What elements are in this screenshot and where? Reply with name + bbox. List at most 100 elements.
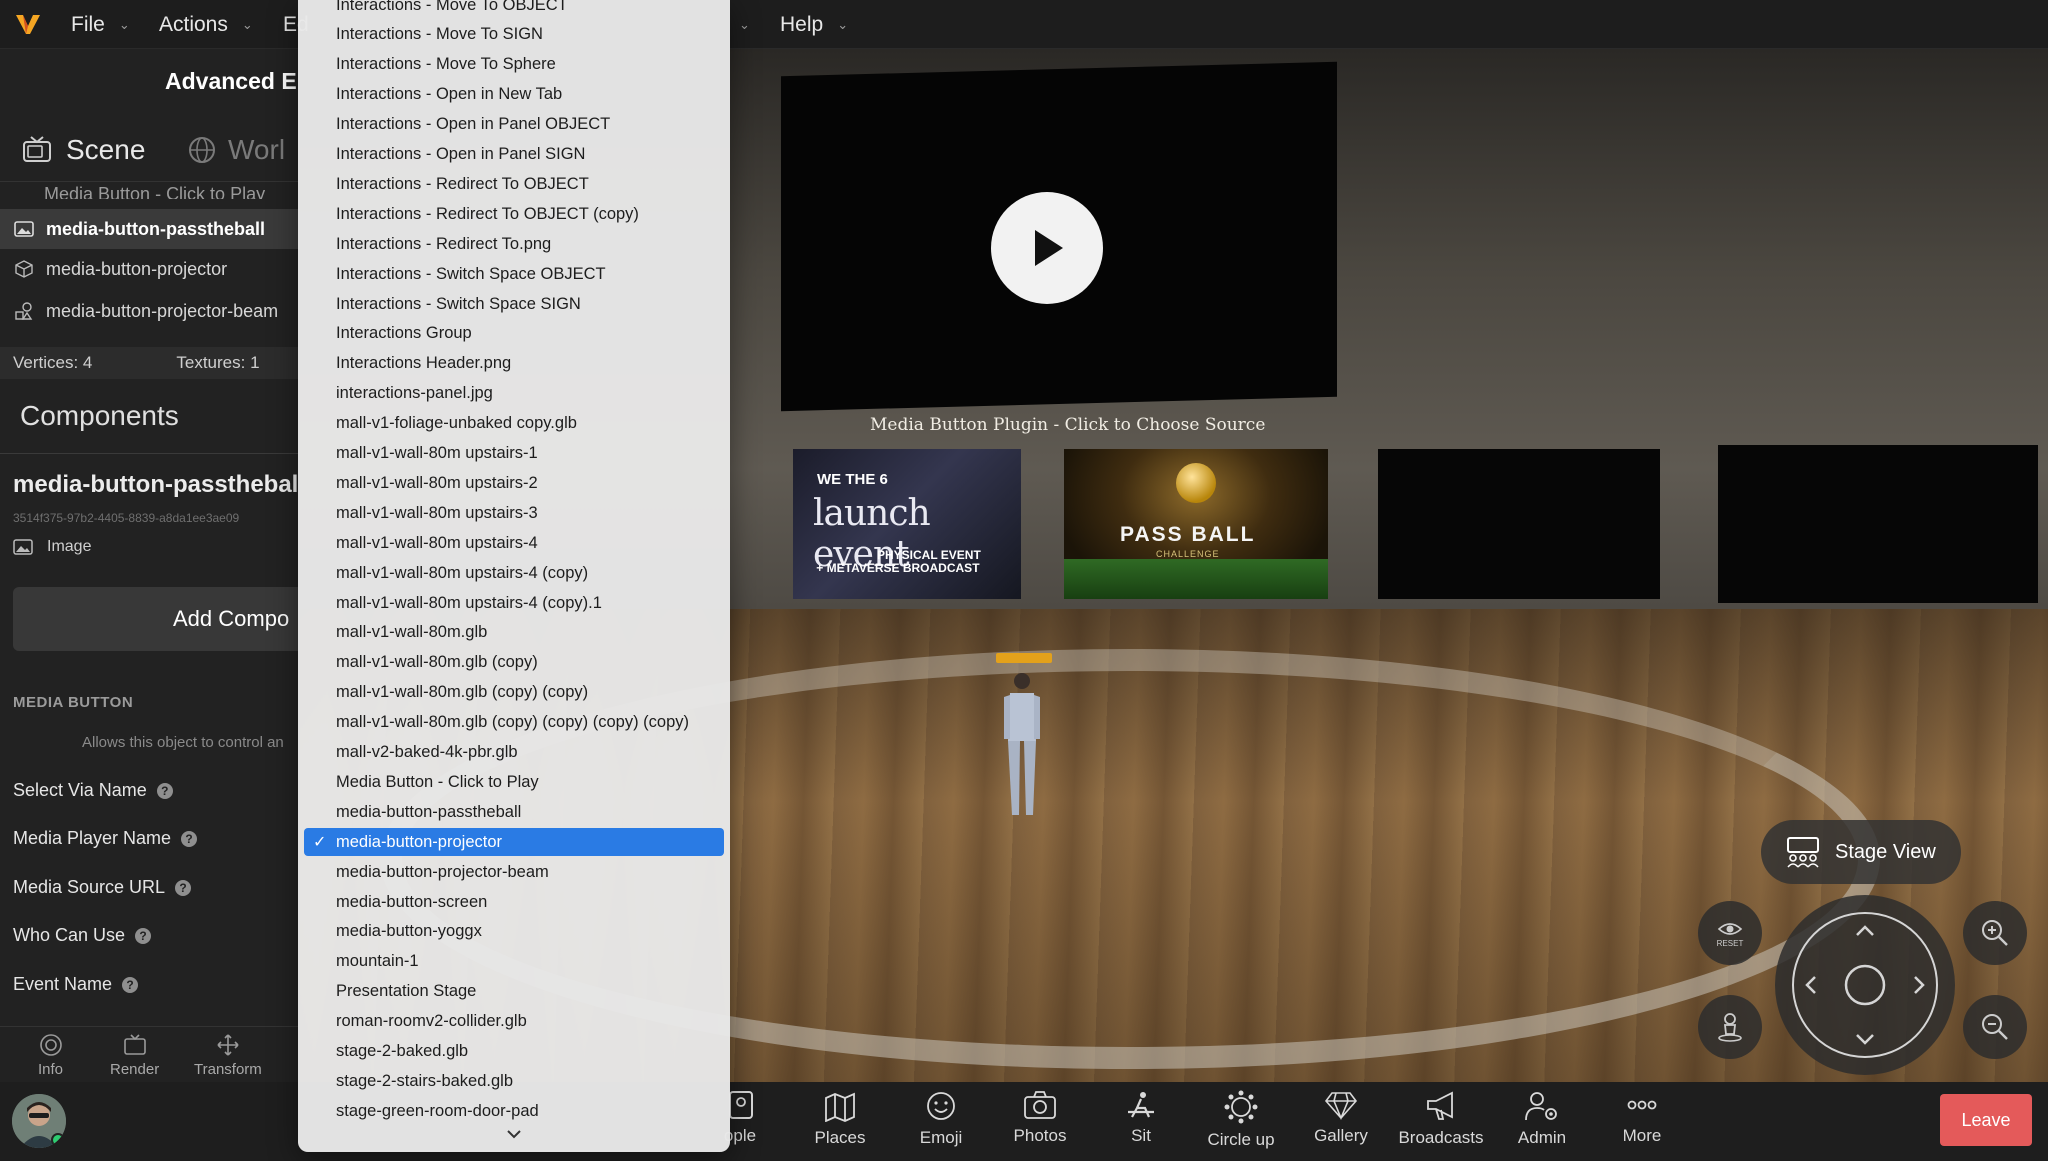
prop-label: Select Via Name	[13, 780, 147, 800]
app-logo-icon[interactable]	[14, 12, 42, 36]
help-icon[interactable]: ?	[181, 830, 198, 847]
media-button-yoggx[interactable]	[1718, 445, 2038, 603]
dropdown-option-selected[interactable]: ✓ media-button-projector	[304, 828, 724, 857]
dropdown-option[interactable]: mall-v1-wall-80m upstairs-3	[304, 499, 724, 527]
help-icon[interactable]: ?	[156, 782, 173, 799]
dropdown-option[interactable]: mall-v1-wall-80m upstairs-2	[304, 469, 724, 497]
dropdown-option-label: mall-v1-wall-80m upstairs-4 (copy).1	[336, 593, 602, 612]
reset-view-button[interactable]: RESET	[1698, 901, 1762, 965]
places-button[interactable]: Places	[790, 1090, 890, 1148]
help-icon[interactable]: ?	[135, 927, 152, 944]
tab-transform[interactable]: Transform	[194, 1033, 262, 1078]
dropdown-option-label: roman-roomv2-collider.glb	[336, 1012, 527, 1031]
dropdown-option[interactable]: Presentation Stage	[304, 978, 724, 1006]
dropdown-option[interactable]: stage-2-baked.glb	[304, 1038, 724, 1066]
select-via-name-dropdown[interactable]: Interactions - Move To OBJECT Interaction…	[298, 0, 730, 1152]
media-button-screen[interactable]	[1378, 449, 1660, 599]
admin-button[interactable]: Admin	[1492, 1090, 1592, 1148]
media-button-launch-event[interactable]: WE THE 6 launch event PHYSICAL EVENT + M…	[793, 449, 1021, 599]
menu-help[interactable]: Help ⌄	[780, 0, 848, 49]
field-grass	[1064, 559, 1328, 599]
menu-chevron-hidden[interactable]: ⌄	[733, 0, 750, 49]
sit-button[interactable]: Sit	[1091, 1090, 1191, 1146]
dropdown-option[interactable]: Media Button - Click to Play	[304, 768, 724, 796]
chevron-down-icon: ⌄	[241, 16, 253, 32]
dropdown-option[interactable]: Interactions - Move To OBJECT	[304, 0, 724, 19]
dropdown-option[interactable]: Interactions Group	[304, 320, 724, 348]
dropdown-option[interactable]: Interactions - Redirect To OBJECT	[304, 170, 724, 198]
dropdown-option[interactable]: Interactions - Open in Panel SIGN	[304, 141, 724, 169]
globe-icon	[189, 137, 215, 163]
tab-scene[interactable]: Scene	[22, 134, 145, 166]
menu-actions[interactable]: Actions ⌄	[159, 0, 253, 49]
poster-text: + METAVERSE BROADCAST	[816, 561, 980, 575]
media-button-passtheball-poster[interactable]: PASS BALL CHALLENGE	[1064, 449, 1328, 599]
dropdown-option[interactable]: mall-v1-wall-80m upstairs-4 (copy).1	[304, 589, 724, 617]
dropdown-option[interactable]: Interactions - Redirect To OBJECT (copy)	[304, 200, 724, 228]
dropdown-option[interactable]: media-button-passtheball	[304, 798, 724, 826]
dropdown-option[interactable]: Interactions - Move To Sphere	[304, 51, 724, 79]
dropdown-option[interactable]: mall-v1-wall-80m.glb	[304, 619, 724, 647]
dropdown-option[interactable]: mall-v1-wall-80m upstairs-4 (copy)	[304, 559, 724, 587]
joystick-ring-icon	[1792, 912, 1938, 1058]
menu-file[interactable]: File ⌄	[71, 0, 130, 49]
tab-render[interactable]: Render	[110, 1033, 159, 1078]
broadcasts-button[interactable]: Broadcasts	[1391, 1090, 1491, 1148]
chevron-down-icon[interactable]	[505, 1127, 523, 1141]
emoji-button[interactable]: Emoji	[891, 1090, 991, 1148]
dropdown-option[interactable]: mall-v1-foliage-unbaked copy.glb	[304, 410, 724, 438]
dropdown-option[interactable]: Interactions - Open in New Tab	[304, 81, 724, 109]
dropdown-option[interactable]: Interactions - Switch Space SIGN	[304, 290, 724, 318]
dropdown-option[interactable]: Interactions - Switch Space OBJECT	[304, 260, 724, 288]
dropdown-option[interactable]: media-button-projector-beam	[304, 858, 724, 886]
leave-button[interactable]: Leave	[1940, 1094, 2032, 1146]
cube-icon	[15, 260, 33, 278]
dropdown-option-label: Interactions - Redirect To OBJECT (copy)	[336, 204, 639, 223]
help-icon[interactable]: ?	[122, 976, 139, 993]
dropdown-option[interactable]: stage-green-room-door-pad	[304, 1097, 724, 1125]
dropdown-option[interactable]: stage-2-stairs-baked.glb	[304, 1067, 724, 1095]
dropdown-option[interactable]: media-button-yoggx	[304, 918, 724, 946]
photos-button[interactable]: Photos	[990, 1090, 1090, 1146]
tab-info[interactable]: Info	[38, 1033, 63, 1078]
dropdown-option[interactable]: mall-v1-wall-80m.glb (copy)	[304, 649, 724, 677]
dropdown-option[interactable]: mall-v1-wall-80m.glb (copy) (copy)	[304, 679, 724, 707]
more-button[interactable]: More	[1592, 1090, 1692, 1146]
tree-item-projector[interactable]: media-button-projector	[0, 249, 300, 289]
image-component-row[interactable]: Image	[13, 538, 91, 556]
dropdown-option[interactable]: Interactions Header.png	[304, 350, 724, 378]
dropdown-option-label: Interactions - Open in Panel OBJECT	[336, 115, 611, 134]
tree-item-partial[interactable]: Media Button - Click to Play	[0, 177, 300, 199]
dropdown-option[interactable]: mall-v1-wall-80m.glb (copy) (copy) (copy…	[304, 709, 724, 737]
avatar[interactable]	[12, 1094, 66, 1148]
tree-item-projector-beam[interactable]: media-button-projector-beam	[0, 291, 300, 331]
dropdown-option[interactable]: Interactions - Move To SIGN	[304, 21, 724, 49]
zoom-in-button[interactable]	[1963, 901, 2027, 965]
tree-item-passtheball[interactable]: media-button-passtheball	[0, 209, 300, 249]
dropdown-option[interactable]: roman-roomv2-collider.glb	[304, 1008, 724, 1036]
dropdown-option-label: Interactions - Switch Space OBJECT	[336, 264, 606, 283]
dropdown-option[interactable]: mall-v2-baked-4k-pbr.glb	[304, 739, 724, 767]
player-avatar[interactable]	[1000, 669, 1044, 819]
dropdown-option-label: Interactions - Open in New Tab	[336, 85, 563, 104]
dropdown-option-label: Interactions Group	[336, 324, 472, 343]
stage-view-button[interactable]: Stage View	[1761, 820, 1961, 884]
media-caption: Media Button Plugin - Click to Choose So…	[870, 415, 1266, 435]
dropdown-option[interactable]: mall-v1-wall-80m upstairs-1	[304, 440, 724, 468]
movement-joystick[interactable]	[1775, 895, 1955, 1075]
dropdown-option[interactable]: Interactions - Open in Panel OBJECT	[304, 111, 724, 139]
tree-item-label: media-button-passtheball	[46, 218, 266, 239]
play-icon[interactable]	[991, 192, 1103, 304]
gallery-button[interactable]: Gallery	[1291, 1090, 1391, 1146]
dropdown-option[interactable]: mountain-1	[304, 948, 724, 976]
circle-up-button[interactable]: Circle up	[1191, 1090, 1291, 1150]
dropdown-option[interactable]: interactions-panel.jpg	[304, 380, 724, 408]
zoom-out-button[interactable]	[1963, 995, 2027, 1059]
add-component-button[interactable]: Add Compo	[13, 587, 300, 651]
dropdown-option[interactable]: Interactions - Redirect To.png	[304, 230, 724, 258]
tab-world[interactable]: Worl	[188, 134, 285, 166]
dropdown-option[interactable]: media-button-screen	[304, 888, 724, 916]
avatar-pose-button[interactable]	[1698, 995, 1762, 1059]
help-icon[interactable]: ?	[175, 879, 192, 896]
dropdown-option[interactable]: mall-v1-wall-80m upstairs-4	[304, 529, 724, 557]
